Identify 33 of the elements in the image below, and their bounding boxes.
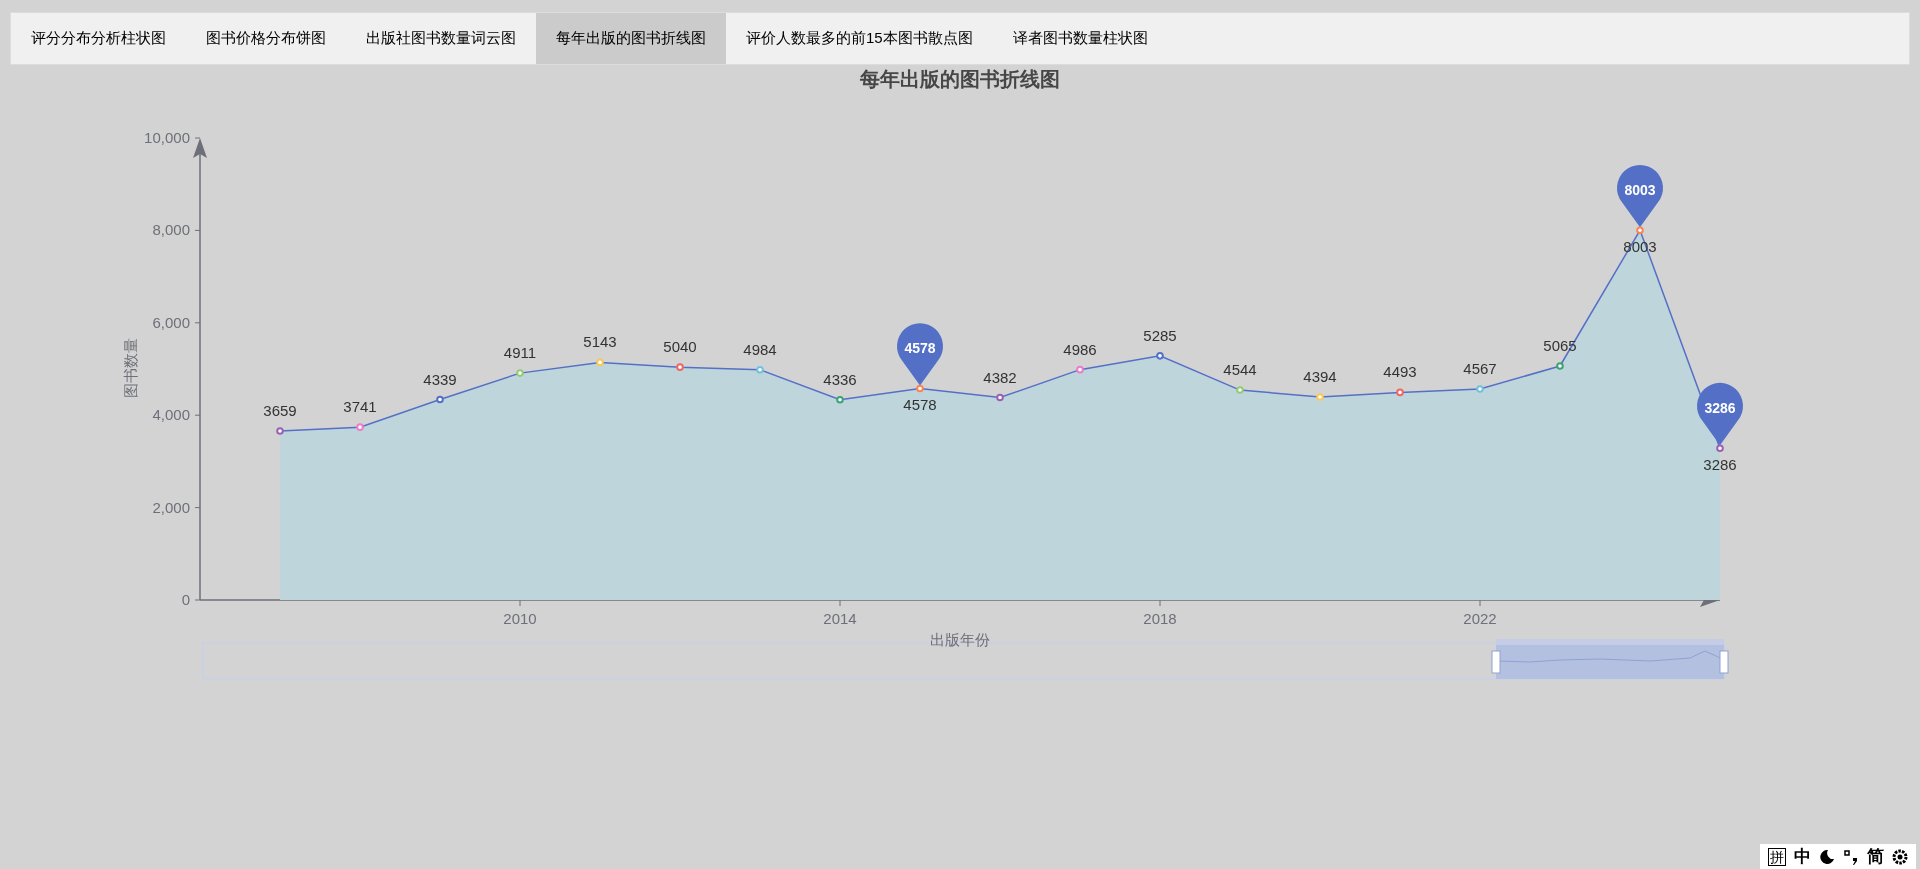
data-label: 4394 (1303, 368, 1337, 385)
y-tick-label: 2,000 (152, 498, 190, 516)
y-tick-label: 8,000 (152, 221, 190, 239)
y-tick-label: 4,000 (152, 406, 190, 424)
data-label: 5040 (663, 338, 697, 356)
x-tick-label: 2014 (823, 610, 857, 627)
data-label: 4911 (503, 344, 537, 362)
data-label: 4339 (423, 370, 457, 388)
data-label: 5285 (1143, 326, 1177, 344)
x-tick-label: 2010 (503, 610, 537, 627)
data-label: 4578 (903, 396, 937, 414)
pin-label: 4578 (904, 340, 936, 357)
data-label: 4493 (1383, 363, 1417, 381)
pin-label: 8003 (1624, 182, 1656, 199)
y-tick-label: 0 (181, 591, 190, 608)
chart-title: 每年出版的图书折线图 (860, 67, 1060, 92)
data-label: 4336 (823, 370, 857, 388)
x-axis-title: 出版年份 (930, 631, 990, 648)
data-label: 4382 (983, 368, 1017, 386)
data-label: 4544 (1223, 361, 1257, 379)
y-tick-label: 6,000 (152, 313, 190, 331)
data-label: 3286 (1703, 456, 1737, 474)
data-label: 4984 (743, 340, 777, 358)
data-label: 4567 (1463, 360, 1497, 377)
data-label: 3741 (343, 398, 377, 416)
y-axis-title: 图书数量 (122, 338, 139, 398)
data-label: 3659 (263, 401, 297, 419)
data-label: 4986 (1063, 340, 1097, 358)
x-tick-label: 2018 (1143, 610, 1177, 627)
y-tick-label: 10,000 (144, 129, 190, 146)
pin-label: 3286 (1704, 400, 1736, 417)
x-tick-label: 2022 (1463, 610, 1497, 627)
data-label: 5143 (583, 333, 617, 351)
